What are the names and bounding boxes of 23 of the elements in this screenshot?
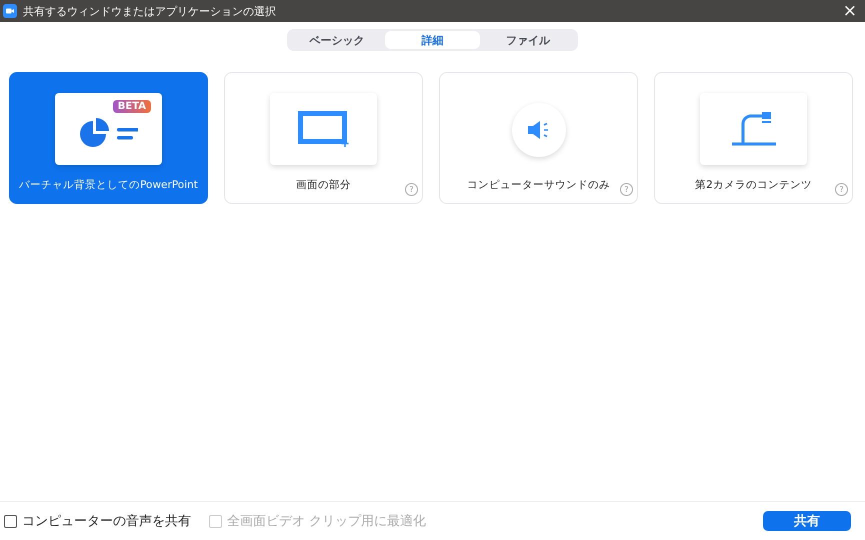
document-camera-icon: [732, 112, 776, 146]
speaker-icon: [526, 120, 550, 140]
share-option-card[interactable]: 第2カメラのコンテンツ ?: [654, 72, 853, 204]
share-option-card[interactable]: コンピューターサウンドのみ ?: [439, 72, 638, 204]
beta-badge: BETA: [112, 100, 151, 113]
close-button[interactable]: ×: [834, 1, 865, 21]
tab[interactable]: 詳細: [384, 31, 480, 49]
share-option-card[interactable]: BETA バーチャル背景としてのPowerPoint: [9, 72, 208, 204]
window-title: 共有するウィンドウまたはアプリケーションの選択: [23, 4, 276, 18]
card-label: バーチャル背景としてのPowerPoint: [19, 178, 198, 192]
checkbox-label: コンピューターの音声を共有: [22, 513, 191, 530]
tab[interactable]: ベーシック: [289, 31, 385, 49]
pie-chart-icon: [80, 118, 138, 150]
card-label: コンピューターサウンドのみ: [467, 178, 610, 192]
tab[interactable]: ファイル: [480, 31, 576, 49]
screen-region-icon: [298, 111, 350, 147]
card-label: 第2カメラのコンテンツ: [695, 178, 812, 192]
camera-icon: [3, 4, 17, 18]
share-button[interactable]: 共有: [763, 511, 851, 531]
checkbox[interactable]: [4, 514, 17, 528]
share-option-card[interactable]: 画面の部分 ?: [224, 72, 423, 204]
checkbox-label: 全画面ビデオ クリップ用に最適化: [227, 513, 426, 530]
card-label: 画面の部分: [296, 178, 351, 192]
